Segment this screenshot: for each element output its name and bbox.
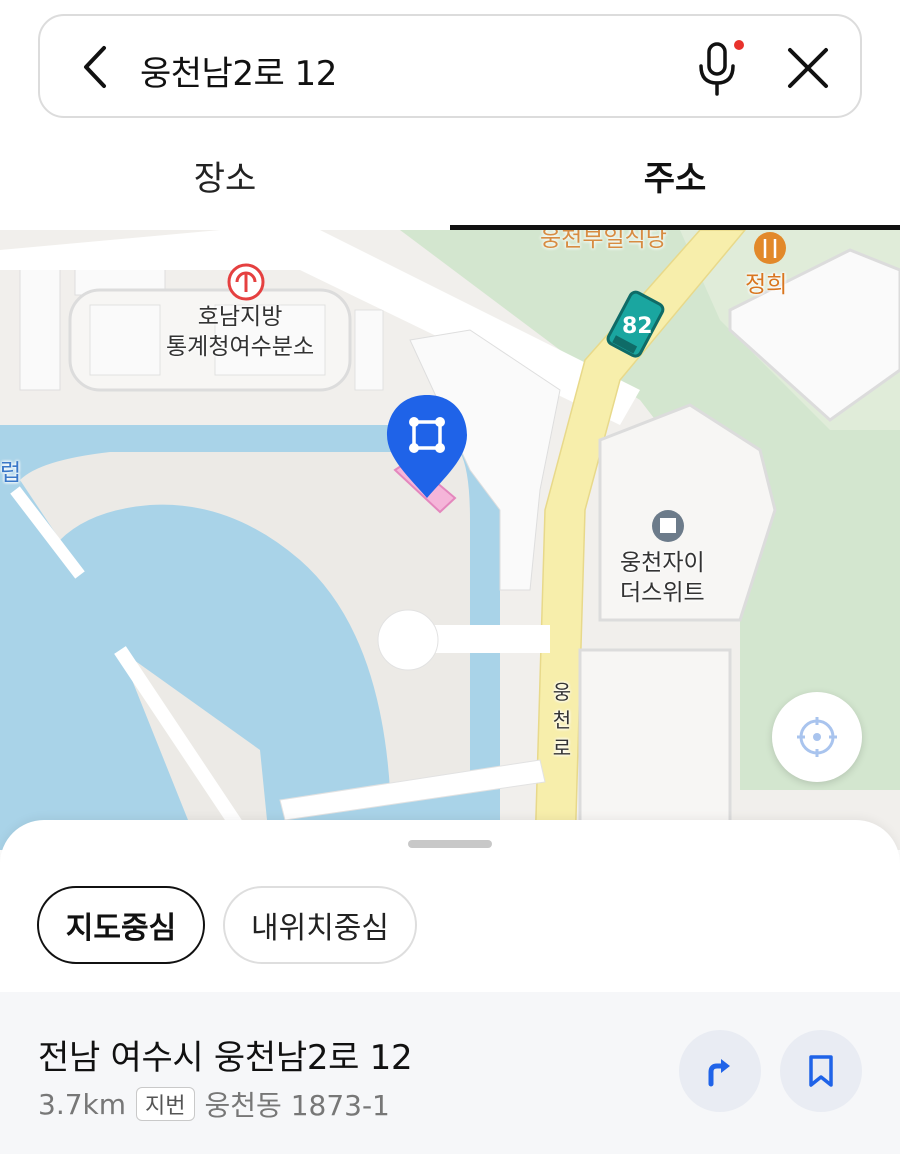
bookmark-button[interactable]	[780, 1030, 862, 1112]
voice-search-button[interactable]	[690, 38, 746, 98]
lot-number-badge: 지번	[136, 1087, 195, 1121]
tab-place[interactable]: 장소	[0, 120, 450, 230]
map-view[interactable]: 호남지방 통계청여수분소 정희 웅천부일식당 웅천자이 더스위트 웅천로 럽 82	[0, 230, 900, 850]
government-office-icon	[227, 263, 265, 301]
clear-button[interactable]	[782, 42, 834, 94]
map-search-screen: 웅천남2로 12 장소 주소 호남지방 통계청여수분소 정희 웅천부일식당 웅천…	[0, 0, 900, 1154]
sheet-drag-handle[interactable]	[408, 840, 492, 848]
crosshair-icon	[797, 717, 837, 757]
result-distance: 3.7km	[38, 1087, 127, 1121]
roundabout	[377, 609, 439, 671]
back-button[interactable]	[70, 42, 120, 92]
building	[89, 304, 161, 376]
map-label-restaurant-top[interactable]: 웅천부일식당	[540, 230, 667, 254]
building	[19, 249, 61, 391]
restaurant-icon	[754, 232, 786, 264]
result-lot-address: 웅천동 1873-1	[204, 1089, 390, 1122]
map-label-apartment[interactable]: 웅천자이 더스위트	[620, 548, 705, 608]
chip-map-center[interactable]: 지도중심	[37, 886, 205, 964]
chip-my-location-center[interactable]: 내위치중심	[223, 886, 417, 964]
search-input[interactable]: 웅천남2로 12	[140, 46, 337, 95]
apartment-icon	[652, 510, 684, 542]
map-label-restaurant[interactable]: 정희	[745, 270, 787, 300]
directions-button[interactable]	[679, 1030, 761, 1112]
tab-address[interactable]: 주소	[450, 120, 900, 230]
bus-route-label: 82	[622, 314, 653, 339]
directions-arrow-icon	[708, 1059, 730, 1087]
close-icon	[788, 48, 828, 88]
search-tabs: 장소 주소	[0, 120, 900, 230]
search-bar[interactable]: 웅천남2로 12	[38, 14, 862, 118]
address-result-item[interactable]: 전남 여수시 웅천남2로 12 3.7km 지번 웅천동 1873-1	[0, 992, 900, 1154]
building	[354, 309, 384, 391]
map-label-road: 웅천로	[552, 680, 572, 760]
bottom-sheet: 지도중심 내위치중심 전남 여수시 웅천남2로 12 3.7km 지번 웅천동 …	[0, 820, 900, 1154]
map-label-edge: 럽	[0, 460, 22, 486]
map-label-office[interactable]: 호남지방 통계청여수분소	[166, 302, 314, 362]
current-location-button[interactable]	[772, 692, 862, 782]
bookmark-icon	[809, 1055, 833, 1087]
result-address: 전남 여수시 웅천남2로 12	[38, 1038, 413, 1078]
map-canvas	[0, 230, 900, 850]
result-meta: 3.7km 지번 웅천동 1873-1	[38, 1084, 390, 1124]
recording-dot-icon	[734, 40, 744, 50]
chevron-left-icon	[84, 46, 106, 88]
search-header: 웅천남2로 12	[0, 0, 900, 120]
